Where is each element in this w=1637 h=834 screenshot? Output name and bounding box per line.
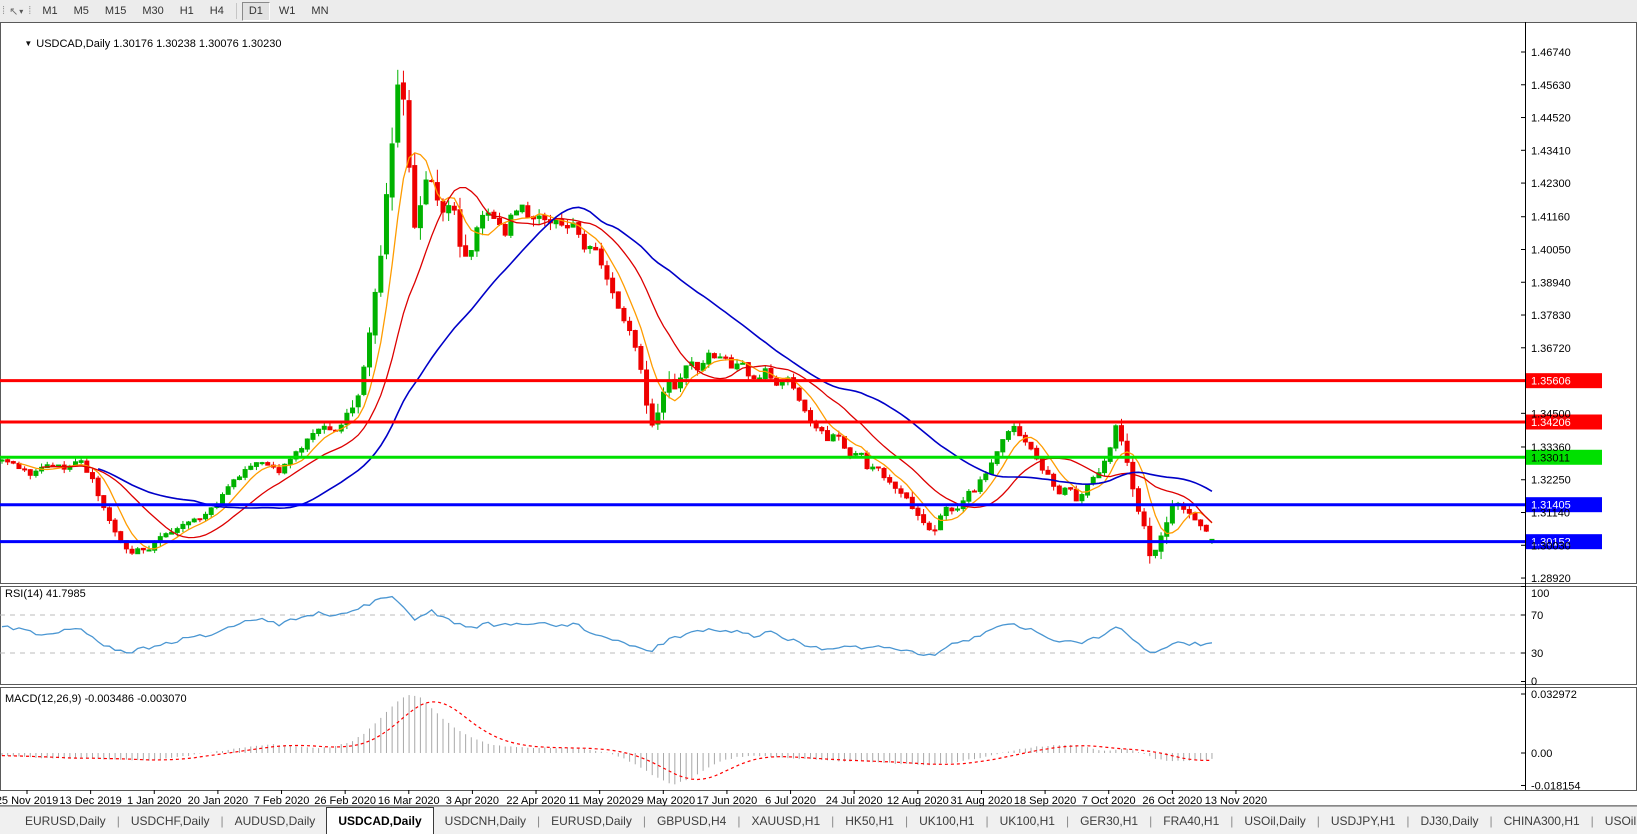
timeframe-button-m30[interactable]: M30 xyxy=(135,2,170,21)
chevron-down-icon[interactable]: ▾ xyxy=(19,7,23,16)
chart-tab-usdcnh-daily[interactable]: USDCNH,Daily xyxy=(434,807,537,834)
svg-text:17 Jun 2020: 17 Jun 2020 xyxy=(697,795,758,806)
svg-text:1.44520: 1.44520 xyxy=(1531,113,1571,125)
svg-text:13 Nov 2020: 13 Nov 2020 xyxy=(1205,795,1267,806)
svg-text:0: 0 xyxy=(1531,676,1537,688)
svg-text:1.32250: 1.32250 xyxy=(1531,475,1571,487)
chart-ohlc-values: 1.30176 1.30238 1.30076 1.30230 xyxy=(113,38,282,50)
chart-tab-usdcad-daily[interactable]: USDCAD,Daily xyxy=(326,807,434,834)
svg-text:1.35606: 1.35606 xyxy=(1531,376,1571,388)
svg-text:1.31140: 1.31140 xyxy=(1531,508,1570,520)
chart-tab-hk50-h1[interactable]: HK50,H1 xyxy=(834,807,905,834)
date-axis: 25 Nov 2019 13 Dec 2019 1 Jan 2020 20 Jan 2… xyxy=(0,790,1267,806)
chart-tab-usdchf-daily[interactable]: USDCHF,Daily xyxy=(120,807,221,834)
svg-text:1.30030: 1.30030 xyxy=(1531,540,1571,552)
pane-frames xyxy=(0,22,1637,806)
svg-text:1.41160: 1.41160 xyxy=(1531,212,1570,224)
timeframe-button-m1[interactable]: M1 xyxy=(35,2,64,21)
ma-line-mid xyxy=(41,186,1213,539)
macd-indicator-label: MACD(12,26,9) -0.003486 -0.003070 xyxy=(5,693,187,705)
svg-text:0.032972: 0.032972 xyxy=(1531,689,1577,701)
svg-text:16 Mar 2020: 16 Mar 2020 xyxy=(378,795,440,806)
chart-tab-ger30-h1[interactable]: GER30,H1 xyxy=(1069,807,1149,834)
svg-text:1.46740: 1.46740 xyxy=(1531,47,1571,59)
ma-lines-layer xyxy=(18,152,1213,550)
svg-text:29 May 2020: 29 May 2020 xyxy=(631,795,695,806)
svg-text:1.43410: 1.43410 xyxy=(1531,145,1571,157)
title-marker-icon[interactable]: ▼ xyxy=(24,39,32,48)
svg-text:13 Dec 2019: 13 Dec 2019 xyxy=(59,795,121,806)
svg-text:7 Feb 2020: 7 Feb 2020 xyxy=(254,795,310,806)
chart-tab-dj30-daily[interactable]: DJ30,Daily xyxy=(1409,807,1489,834)
rsi-indicator-label: RSI(14) 41.7985 xyxy=(5,588,86,600)
timeframe-button-d1[interactable]: D1 xyxy=(241,1,270,21)
svg-text:-0.018154: -0.018154 xyxy=(1531,780,1581,792)
svg-text:18 Sep 2020: 18 Sep 2020 xyxy=(1014,795,1076,806)
chart-tab-china300-h1[interactable]: CHINA300,H1 xyxy=(1493,807,1591,834)
svg-text:1.33011: 1.33011 xyxy=(1531,452,1570,464)
timeframe-button-h4[interactable]: H4 xyxy=(203,2,231,21)
svg-text:11 May 2020: 11 May 2020 xyxy=(568,795,631,806)
chart-tab-eurusd-daily[interactable]: EURUSD,Daily xyxy=(540,807,643,834)
svg-text:100: 100 xyxy=(1531,588,1549,600)
svg-text:0.00: 0.00 xyxy=(1531,748,1552,760)
svg-text:7 Oct 2020: 7 Oct 2020 xyxy=(1082,795,1136,806)
svg-text:70: 70 xyxy=(1531,610,1543,622)
svg-text:1.34500: 1.34500 xyxy=(1531,408,1571,420)
chart-tab-uk100-h1[interactable]: UK100,H1 xyxy=(908,807,985,834)
chart-tab-uk100-h1[interactable]: UK100,H1 xyxy=(989,807,1066,834)
svg-text:24 Jul 2020: 24 Jul 2020 xyxy=(826,795,883,806)
chart-tab-audusd-daily[interactable]: AUDUSD,Daily xyxy=(224,807,327,834)
svg-text:1.28920: 1.28920 xyxy=(1531,573,1571,585)
toolbar-grip[interactable]: ⁞ xyxy=(2,5,5,17)
timeframe-toolbar: ⁞ ↖ ▾ ⁞ M1 M5 M15 M30 H1 H4 D1 W1 MN xyxy=(0,0,1637,23)
toolbar-grip-2: ⁞ xyxy=(28,5,31,17)
timeframe-button-w1[interactable]: W1 xyxy=(272,2,303,21)
ma-line-fast xyxy=(18,152,1213,550)
chart-tab-usdjpy-h1[interactable]: USDJPY,H1 xyxy=(1320,807,1406,834)
svg-text:31 Aug 2020: 31 Aug 2020 xyxy=(951,795,1013,806)
macd-pane: 0.032972 0.00 -0.018154 xyxy=(1,689,1581,792)
chart-canvas[interactable]: 1.356061.342061.330111.314051.301521.467… xyxy=(0,22,1637,806)
svg-text:1.45630: 1.45630 xyxy=(1531,80,1571,92)
chart-tab-gbpusd-h4[interactable]: GBPUSD,H4 xyxy=(646,807,737,834)
svg-text:25 Nov 2019: 25 Nov 2019 xyxy=(0,795,58,806)
timeframe-button-m5[interactable]: M5 xyxy=(67,2,96,21)
mt4-window: ⁞ ↖ ▾ ⁞ M1 M5 M15 M30 H1 H4 D1 W1 MN 1.35606 1.34… xyxy=(0,0,1637,834)
svg-text:30: 30 xyxy=(1531,648,1543,660)
rsi-pane: 100 70 30 0 xyxy=(0,586,1549,688)
svg-text:1.38940: 1.38940 xyxy=(1531,277,1571,289)
chart-tab-xauusd-h1[interactable]: XAUUSD,H1 xyxy=(740,807,831,834)
svg-text:12 Aug 2020: 12 Aug 2020 xyxy=(887,795,949,806)
svg-text:1.33360: 1.33360 xyxy=(1531,442,1571,454)
pointer-icon[interactable]: ↖ xyxy=(9,5,18,18)
svg-text:1.36720: 1.36720 xyxy=(1531,343,1571,355)
svg-text:1.37830: 1.37830 xyxy=(1531,310,1571,322)
chart-tab-fra40-h1[interactable]: FRA40,H1 xyxy=(1152,807,1230,834)
svg-text:22 Apr 2020: 22 Apr 2020 xyxy=(506,795,565,806)
chart-title: ▼ USDCAD,Daily 1.30176 1.30238 1.30076 1.… xyxy=(6,26,282,62)
svg-text:26 Oct 2020: 26 Oct 2020 xyxy=(1142,795,1202,806)
chart-symbol-label: USDCAD,Daily xyxy=(36,38,111,50)
svg-text:1.42300: 1.42300 xyxy=(1531,178,1571,190)
ma-line-slow xyxy=(97,206,1213,510)
svg-text:1.40050: 1.40050 xyxy=(1531,244,1571,256)
svg-text:6 Jul 2020: 6 Jul 2020 xyxy=(765,795,816,806)
chart-tab-usoil-h1[interactable]: USOil,H1 xyxy=(1594,807,1637,834)
svg-text:20 Jan 2020: 20 Jan 2020 xyxy=(188,795,249,806)
chart-tab-eurusd-daily[interactable]: EURUSD,Daily xyxy=(14,807,117,834)
timeframe-button-m15[interactable]: M15 xyxy=(98,2,133,21)
chart-window[interactable]: 1.35606 1.34206 1.33011 1.31405 1.30152 1.467… xyxy=(0,22,1637,806)
chart-tab-usoil-daily[interactable]: USOil,Daily xyxy=(1233,807,1316,834)
candles-layer xyxy=(0,69,1215,564)
chart-tab-bar: EURUSD,Daily | USDCHF,Daily | AUDUSD,Daily US… xyxy=(0,806,1637,834)
timeframe-button-h1[interactable]: H1 xyxy=(173,2,201,21)
macd-signal-line xyxy=(1,701,1212,781)
rsi-line xyxy=(1,595,1213,656)
svg-text:3 Apr 2020: 3 Apr 2020 xyxy=(446,795,499,806)
svg-text:26 Feb 2020: 26 Feb 2020 xyxy=(314,795,376,806)
svg-text:1 Jan 2020: 1 Jan 2020 xyxy=(127,795,181,806)
timeframe-button-mn[interactable]: MN xyxy=(304,2,335,21)
